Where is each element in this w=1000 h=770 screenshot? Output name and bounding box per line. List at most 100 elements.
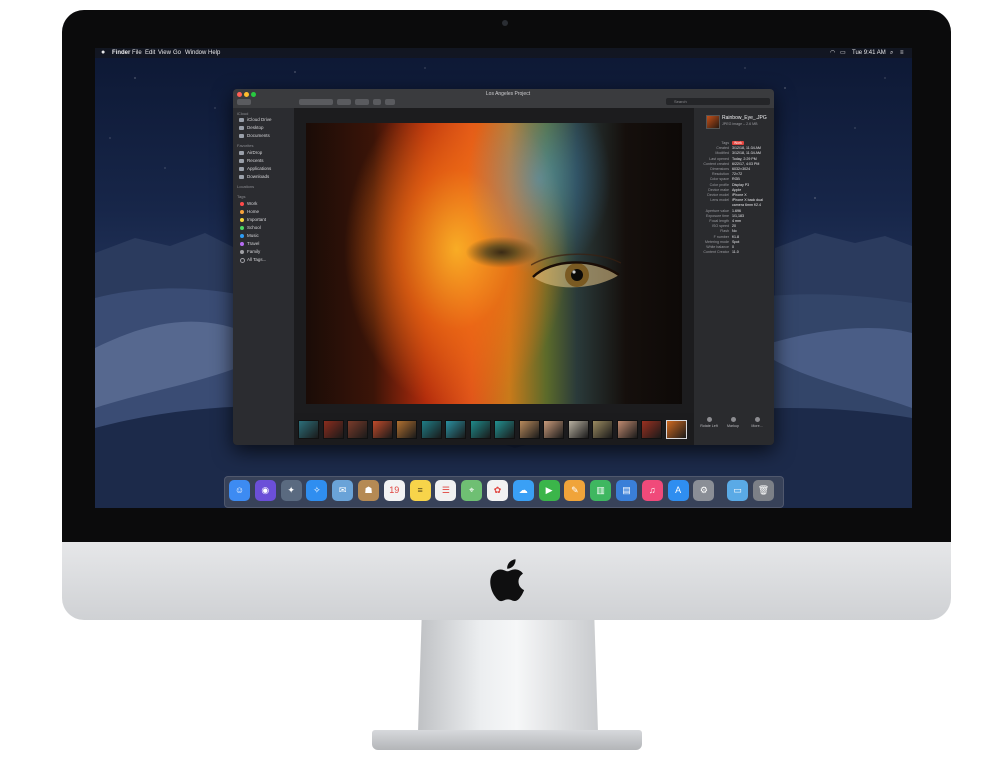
- download-icon: [239, 174, 244, 179]
- filmstrip-thumbnail[interactable]: [518, 420, 540, 439]
- filmstrip-thumbnail[interactable]: [592, 420, 613, 439]
- maps-icon[interactable]: ⌖: [461, 480, 483, 501]
- filmstrip-thumbnail[interactable]: [469, 420, 491, 439]
- markup-icon: [730, 417, 736, 422]
- sidebar: iCloud iCloud Drive Desktop Documents Fa…: [233, 108, 294, 445]
- filmstrip-thumbnail[interactable]: [371, 420, 393, 439]
- clock-icon: [239, 158, 244, 163]
- filmstrip-thumbnail[interactable]: [420, 420, 442, 439]
- sidebar-item-airdrop[interactable]: AirDrop: [239, 149, 294, 156]
- reminders-icon[interactable]: ☰: [435, 480, 457, 501]
- tag-dot-icon: [240, 226, 244, 230]
- menu-view[interactable]: View: [158, 48, 171, 58]
- title-bar: Los Angeles Project Search: [233, 89, 774, 109]
- close-button[interactable]: [237, 92, 242, 97]
- contacts-icon[interactable]: ☗: [358, 480, 379, 501]
- mail-icon[interactable]: ✉: [332, 480, 354, 501]
- downloads-folder-icon[interactable]: ▭: [727, 480, 749, 501]
- inspector-panel: Rainbow_Eye_.JPG JPEG image – 2.6 MB Wor…: [694, 108, 774, 445]
- finder-icon[interactable]: ☺: [229, 480, 250, 501]
- inspector-row: Content Creator 11.0: [694, 250, 774, 255]
- siri-icon[interactable]: ◉: [254, 480, 276, 501]
- filmstrip-thumbnail[interactable]: [543, 420, 564, 439]
- sidebar-heading-favorites: Favorites: [237, 143, 254, 148]
- photos-icon[interactable]: ✿: [487, 480, 508, 501]
- messages-icon[interactable]: ☁: [512, 480, 534, 501]
- menu-clock[interactable]: Tue 9:41 AM: [852, 48, 886, 58]
- all-tags-icon: [240, 258, 245, 263]
- action-button[interactable]: [355, 99, 369, 105]
- sidebar-item-recents[interactable]: Recents: [239, 157, 294, 164]
- filmstrip-thumbnail[interactable]: [396, 420, 417, 439]
- more-button[interactable]: More...: [746, 417, 768, 428]
- sidebar-item-desktop[interactable]: Desktop: [239, 124, 294, 131]
- filmstrip-thumbnail[interactable]: [665, 420, 687, 439]
- filmstrip-thumbnail[interactable]: [616, 420, 638, 439]
- back-forward-buttons[interactable]: [237, 99, 251, 105]
- menu-bar: ● Finder File Edit View Go Window Help ◠…: [95, 48, 912, 58]
- menu-go[interactable]: Go: [173, 48, 181, 58]
- facetime-icon[interactable]: ▶: [538, 480, 560, 501]
- menu-window[interactable]: Window: [185, 48, 206, 58]
- tags-button[interactable]: [385, 99, 395, 105]
- system-preferences-icon[interactable]: ⚙: [693, 480, 715, 501]
- menu-help[interactable]: Help: [208, 48, 220, 58]
- app-store-icon[interactable]: A: [667, 480, 689, 501]
- sidebar-item-icloud-drive[interactable]: iCloud Drive: [239, 116, 294, 123]
- inspector-row-key: Content Creator: [703, 250, 729, 255]
- markup-button[interactable]: Markup: [722, 417, 744, 428]
- sidebar-tag-work[interactable]: Work: [239, 200, 294, 207]
- apple-menu-icon[interactable]: ●: [101, 48, 105, 58]
- view-mode-buttons[interactable]: [299, 99, 333, 105]
- sidebar-item-downloads[interactable]: Downloads: [239, 173, 294, 180]
- sidebar-heading-tags: Tags: [237, 194, 246, 199]
- filmstrip-thumbnail[interactable]: [347, 420, 368, 439]
- menu-file[interactable]: File: [132, 48, 142, 58]
- filmstrip-thumbnail[interactable]: [567, 420, 589, 439]
- filmstrip-thumbnail[interactable]: [641, 420, 662, 439]
- filmstrip-thumbnail[interactable]: [298, 420, 319, 439]
- sidebar-tag-important[interactable]: Important: [239, 216, 294, 223]
- menu-edit[interactable]: Edit: [145, 48, 155, 58]
- search-icon[interactable]: ⌕: [890, 48, 893, 58]
- tag-dot-icon: [240, 202, 244, 206]
- search-field[interactable]: Search: [666, 98, 770, 105]
- tag-dot-icon: [240, 210, 244, 214]
- itunes-icon[interactable]: ♫: [641, 480, 663, 501]
- sidebar-tag-music[interactable]: Music: [239, 232, 294, 239]
- menu-app-name[interactable]: Finder: [112, 48, 130, 58]
- sidebar-tag-school[interactable]: School: [239, 224, 294, 231]
- zoom-button[interactable]: [251, 92, 256, 97]
- share-button[interactable]: [373, 99, 381, 105]
- inspector-row-value: 11.0: [732, 250, 739, 255]
- keynote-icon[interactable]: ▤: [616, 480, 637, 501]
- filmstrip-thumbnail[interactable]: [322, 420, 344, 439]
- sidebar-item-applications[interactable]: Applications: [239, 165, 294, 172]
- cloud-icon: [239, 117, 244, 122]
- filmstrip-thumbnail[interactable]: [494, 420, 515, 439]
- rotate-left-button[interactable]: Rotate Left: [698, 417, 720, 428]
- notes-icon[interactable]: ≡: [409, 480, 431, 501]
- sidebar-tag-family[interactable]: Family: [239, 248, 294, 255]
- more-icon: [754, 417, 760, 422]
- sidebar-tag-travel[interactable]: Travel: [239, 240, 294, 247]
- calendar-icon[interactable]: 19: [383, 480, 405, 501]
- sidebar-tag-all-tags[interactable]: All Tags...: [239, 256, 294, 263]
- filmstrip-thumbnail[interactable]: [445, 420, 466, 439]
- sidebar-item-documents[interactable]: Documents: [239, 132, 294, 139]
- trash-icon[interactable]: 🗑: [753, 480, 774, 501]
- wifi-icon[interactable]: ◠: [830, 48, 835, 58]
- imac-stand: [418, 620, 598, 732]
- pages-icon[interactable]: ✎: [564, 480, 586, 501]
- rotate-left-icon: [706, 417, 712, 422]
- numbers-icon[interactable]: ▥: [590, 480, 612, 501]
- safari-icon[interactable]: ✧: [306, 480, 328, 501]
- control-center-icon[interactable]: ≡: [900, 48, 904, 58]
- preview-image[interactable]: [306, 123, 682, 404]
- imac-stand-base: [372, 730, 642, 750]
- airplay-icon[interactable]: ▭: [840, 48, 846, 58]
- sidebar-tag-home[interactable]: Home: [239, 208, 294, 215]
- group-button[interactable]: [337, 99, 351, 105]
- minimize-button[interactable]: [244, 92, 249, 97]
- launchpad-icon[interactable]: ✦: [280, 480, 302, 501]
